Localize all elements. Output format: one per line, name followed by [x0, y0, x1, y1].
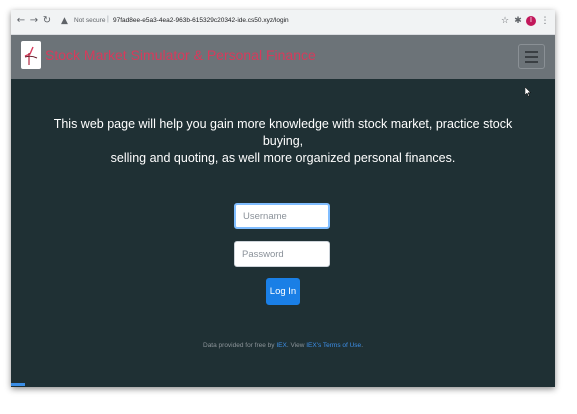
extensions-icon[interactable]: ✱ — [512, 15, 524, 27]
warning-icon[interactable]: ▲ — [61, 16, 72, 27]
login-button[interactable]: Log In — [266, 278, 300, 305]
forward-arrow-icon[interactable]: → — [28, 15, 40, 27]
username-input[interactable] — [234, 203, 330, 229]
url-text[interactable]: 97fad8ee-e5a3-4ea2-963b-615329c20342-ide… — [113, 17, 289, 24]
logo-icon[interactable] — [21, 41, 41, 69]
hamburger-icon — [525, 51, 538, 53]
footer-attribution: Data provided for free by IEX. View IEX'… — [11, 342, 555, 349]
footer-prefix: Data provided for free by — [203, 342, 277, 349]
iex-link[interactable]: IEX — [276, 342, 286, 349]
screenshot-frame: ← → ↻ ▲ Not secure | 97fad8ee-e5a3-4ea2-… — [11, 10, 555, 387]
mouse-cursor-icon — [525, 87, 531, 97]
address-bar[interactable]: ▲ Not secure | 97fad8ee-e5a3-4ea2-963b-6… — [57, 13, 497, 30]
app-navbar: Stock Market Simulator & Personal Financ… — [11, 35, 555, 79]
star-icon[interactable]: ☆ — [499, 15, 511, 27]
back-arrow-icon[interactable]: ← — [15, 15, 27, 27]
avatar[interactable]: I — [526, 16, 536, 26]
password-input[interactable] — [234, 241, 330, 267]
hamburger-icon-line — [525, 56, 538, 58]
url-separator: | — [107, 16, 109, 23]
menu-toggle-button[interactable] — [518, 44, 545, 69]
hamburger-icon-line — [525, 61, 538, 63]
intro-line-2: selling and quoting, as well more organi… — [110, 151, 456, 165]
iex-terms-link[interactable]: IEX's Terms of Use — [306, 342, 361, 349]
intro-text: This web page will help you gain more kn… — [51, 116, 515, 167]
taskbar-indicator — [11, 383, 25, 386]
footer-suffix: . — [361, 342, 363, 349]
more-vert-icon[interactable]: ⋮ — [539, 15, 551, 27]
reload-icon[interactable]: ↻ — [41, 15, 53, 27]
intro-line-1: This web page will help you gain more kn… — [53, 117, 513, 148]
brand-title[interactable]: Stock Market Simulator & Personal Financ… — [45, 47, 316, 63]
browser-toolbar: ← → ↻ ▲ Not secure | 97fad8ee-e5a3-4ea2-… — [11, 10, 555, 35]
security-label: Not secure — [74, 17, 106, 24]
footer-middle: . View — [286, 342, 307, 349]
